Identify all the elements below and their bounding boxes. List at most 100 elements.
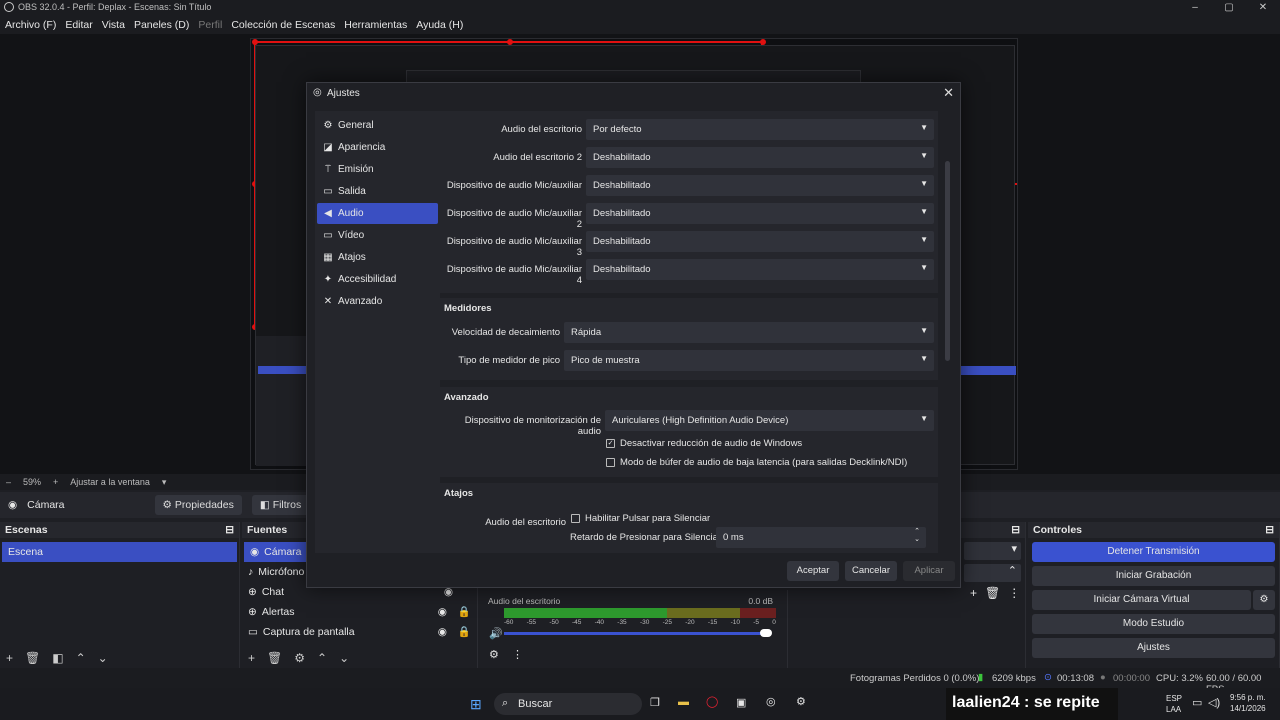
device-select[interactable]: Deshabilitado ▼	[586, 175, 934, 196]
undock-icon[interactable]: ⊟	[1265, 524, 1274, 536]
menu-item-editar[interactable]: Editar	[65, 19, 92, 31]
menu-item-herramientas[interactable]: Herramientas	[344, 19, 407, 31]
folder-icon[interactable]: ▬	[678, 696, 689, 708]
undock-icon[interactable]: ⊟	[225, 524, 234, 536]
start-recording-button[interactable]: Iniciar Grabación	[1032, 566, 1275, 586]
source-label: Cámara	[264, 546, 302, 558]
menu-item-archivo[interactable]: Archivo (F)	[5, 19, 56, 31]
gear-icon[interactable]: ⚙	[1253, 590, 1275, 610]
clock-time[interactable]: 9:56 p. m.	[1230, 693, 1266, 702]
language-2[interactable]: LAA	[1166, 705, 1181, 714]
eye-icon[interactable]: ◉	[438, 622, 447, 642]
close-icon[interactable]: ✕	[943, 85, 954, 101]
settings-button[interactable]: Ajustes	[1032, 638, 1275, 658]
add-icon[interactable]: +	[248, 651, 255, 665]
monitor-select[interactable]: Auriculares (High Definition Audio Devic…	[605, 410, 934, 431]
device-select[interactable]: Por defecto ▼	[586, 119, 934, 140]
source-item[interactable]: ▭ Captura de pantalla ◉ 🔒	[242, 622, 477, 642]
nav-item-general[interactable]: ⚙ General	[317, 115, 438, 136]
lock-icon[interactable]: 🔒	[458, 622, 471, 642]
studio-mode-button[interactable]: Modo Estudio	[1032, 614, 1275, 634]
filters-button[interactable]: ◧ Filtros	[251, 495, 310, 515]
more-icon[interactable]: ⋮	[1008, 586, 1020, 600]
accept-button[interactable]: Aceptar	[787, 561, 839, 581]
scene-item[interactable]: Escena	[2, 542, 237, 562]
device-select[interactable]: Deshabilitado ▼	[586, 231, 934, 252]
volume-slider-handle[interactable]	[760, 629, 772, 637]
device-select[interactable]: Deshabilitado ▼	[586, 203, 934, 224]
ducking-checkbox[interactable]: ✓ Desactivar reducción de audio de Window…	[606, 438, 802, 449]
menu-item-ayuda[interactable]: Ayuda (H)	[416, 19, 463, 31]
minimize-button[interactable]: –	[1178, 0, 1212, 15]
mixer-settings-icon[interactable]: ⚙	[489, 648, 499, 661]
menu-item-paneles[interactable]: Paneles (D)	[134, 19, 189, 31]
opera-icon[interactable]: ◯	[706, 695, 718, 708]
chevron-up-icon[interactable]: ⌃	[317, 651, 327, 665]
menu-item-vista[interactable]: Vista	[102, 19, 125, 31]
nav-item-audio[interactable]: ◀ Audio	[317, 203, 438, 224]
duration-spinner[interactable]: ⌃	[964, 564, 1021, 582]
settings-icon[interactable]: ⚙	[796, 695, 806, 708]
nav-item-vídeo[interactable]: ▭ Vídeo	[317, 225, 438, 246]
device-select[interactable]: Deshabilitado ▼	[586, 259, 934, 280]
nav-item-emisión[interactable]: ⍡ Emisión	[317, 159, 438, 180]
nav-item-apariencia[interactable]: ◪ Apariencia	[317, 137, 438, 158]
volume-slider[interactable]	[504, 632, 770, 635]
chevron-down-icon[interactable]: ⌄	[339, 651, 349, 665]
push-to-mute-checkbox[interactable]: Habilitar Pulsar para Silenciar	[571, 513, 710, 524]
filters-label: Filtros	[272, 499, 302, 511]
source-label: Alertas	[261, 606, 295, 618]
gear-icon[interactable]: ⚙	[294, 651, 305, 665]
nav-item-salida[interactable]: ▭ Salida	[317, 181, 438, 202]
start-virtual-camera-button[interactable]: Iniciar Cámara Virtual	[1032, 590, 1251, 610]
maximize-button[interactable]: ▢	[1212, 0, 1246, 15]
more-icon[interactable]: ⋮	[512, 648, 523, 661]
chevron-down-icon[interactable]: ▾	[162, 477, 167, 488]
clock-date[interactable]: 14/1/2026	[1230, 704, 1266, 713]
trash-icon[interactable]: 🗑	[985, 586, 1000, 600]
properties-button[interactable]: ⚙ Propiedades	[154, 495, 242, 515]
volume-icon[interactable]: ◁)	[1208, 696, 1220, 709]
add-icon[interactable]: +	[970, 586, 977, 600]
language-1[interactable]: ESP	[1166, 694, 1182, 703]
store-icon[interactable]: ▣	[736, 696, 746, 709]
close-button[interactable]: ✕	[1246, 0, 1280, 15]
cancel-button[interactable]: Cancelar	[845, 561, 897, 581]
taskbar-search[interactable]: ⌕ Buscar	[494, 693, 642, 715]
stop-streaming-button[interactable]: Detener Transmisión	[1032, 542, 1275, 562]
chat-overlay-text: laalien24 : se repite	[952, 694, 1100, 711]
nav-item-avanzado[interactable]: ✕ Avanzado	[317, 291, 438, 312]
add-icon[interactable]: +	[6, 651, 13, 665]
obs-icon[interactable]: ◎	[766, 695, 776, 708]
windows-start-icon[interactable]: ⊞	[470, 696, 482, 713]
fit-window-label[interactable]: Ajustar a la ventana	[70, 477, 150, 487]
chevron-down-icon[interactable]: ⌄	[98, 651, 108, 665]
trash-icon[interactable]: 🗑	[267, 651, 282, 665]
nav-item-atajos[interactable]: ▦ Atajos	[317, 247, 438, 268]
transition-select[interactable]: ▾	[964, 542, 1021, 560]
ptm-delay-spinner[interactable]: 0 ms ⌃ ⌄	[716, 527, 926, 548]
network-icon[interactable]: ▭	[1192, 696, 1202, 709]
source-item[interactable]: ⊕ Alertas ◉ 🔒	[242, 602, 477, 622]
nav-item-accesibilidad[interactable]: ✦ Accesibilidad	[317, 269, 438, 290]
content-scrollbar[interactable]	[945, 161, 950, 361]
trash-icon[interactable]: 🗑	[25, 651, 40, 665]
decay-value: Rápida	[571, 327, 602, 338]
lock-icon[interactable]: 🔒	[458, 602, 471, 622]
lowlatency-checkbox[interactable]: Modo de búfer de audio de baja latencia …	[606, 457, 907, 468]
decay-select[interactable]: Rápida ▼	[564, 322, 934, 343]
zoom-in-button[interactable]: +	[53, 477, 58, 487]
menu-item-perfil[interactable]: Perfil	[198, 19, 222, 31]
menu-item-coleccion[interactable]: Colección de Escenas	[231, 19, 335, 31]
chevron-up-icon[interactable]: ⌃	[76, 651, 86, 665]
undock-icon[interactable]: ⊟	[1011, 524, 1020, 536]
filter-icon: ◧	[259, 499, 273, 511]
peak-select[interactable]: Pico de muestra ▼	[564, 350, 934, 371]
apply-button[interactable]: Aplicar	[903, 561, 955, 581]
device-select[interactable]: Deshabilitado ▼	[586, 147, 934, 168]
speaker-icon[interactable]: 🔊	[489, 627, 503, 640]
eye-icon[interactable]: ◉	[438, 602, 447, 622]
zoom-out-button[interactable]: –	[6, 477, 11, 487]
task-view-icon[interactable]: ❐	[650, 696, 660, 709]
filter-icon[interactable]: ◧	[52, 651, 63, 665]
